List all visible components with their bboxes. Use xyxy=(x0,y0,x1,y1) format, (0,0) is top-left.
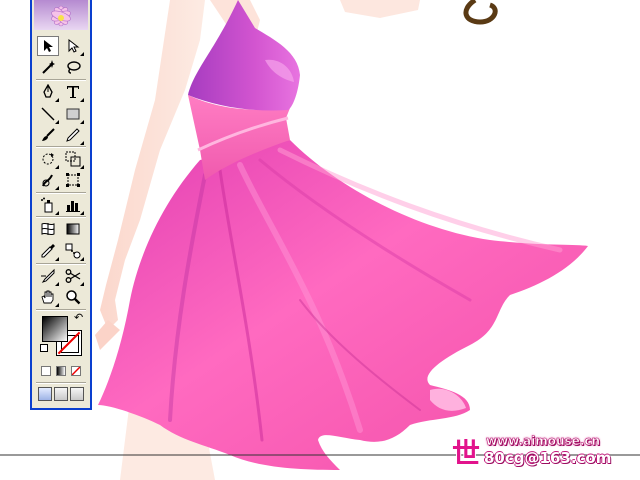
mesh-icon xyxy=(41,222,55,236)
gradient-mode-button[interactable] xyxy=(56,366,66,376)
watermark-url: www.aimouse.cn xyxy=(486,434,601,449)
warp-tool[interactable] xyxy=(37,170,59,190)
hand-icon xyxy=(41,290,54,304)
toolbox-separator xyxy=(36,79,86,81)
eyedropper-tool[interactable] xyxy=(37,241,59,261)
full-screen-mode-button[interactable] xyxy=(70,387,84,401)
full-screen-menu-mode-button[interactable] xyxy=(54,387,68,401)
toolbox-separator xyxy=(36,263,86,265)
line-segment-tool[interactable] xyxy=(37,104,59,124)
dress-bodice xyxy=(188,0,300,111)
magic-wand-icon xyxy=(42,60,55,74)
flyout-indicator xyxy=(55,282,59,286)
swap-fill-stroke-icon[interactable]: ↶ xyxy=(74,312,83,323)
pencil-icon xyxy=(66,128,80,142)
line-icon xyxy=(41,107,55,121)
blend-icon xyxy=(65,243,81,259)
toolbox-separator xyxy=(36,146,86,148)
toolbox-separator xyxy=(36,192,86,194)
flyout-indicator xyxy=(80,165,84,169)
pencil-tool[interactable] xyxy=(62,125,84,145)
hand-tool[interactable] xyxy=(37,287,59,307)
toolbox-header-flower-icon[interactable] xyxy=(34,0,88,30)
none-icon xyxy=(72,367,80,375)
artwork-canvas[interactable] xyxy=(0,0,640,480)
rectangle-tool[interactable] xyxy=(62,104,84,124)
tools-panel[interactable]: ↶ xyxy=(30,0,92,410)
zoom-tool[interactable] xyxy=(62,287,84,307)
flyout-indicator xyxy=(80,52,84,56)
direct-selection-tool[interactable] xyxy=(62,36,84,56)
gradient-icon xyxy=(66,223,80,235)
slice-tool[interactable] xyxy=(37,266,59,286)
scale-tool[interactable] xyxy=(62,149,84,169)
flyout-indicator xyxy=(80,98,84,102)
flyout-indicator xyxy=(55,303,59,307)
brush-icon xyxy=(42,128,55,141)
watermark-glyph: 世 xyxy=(452,437,481,470)
gradient-tool[interactable] xyxy=(62,219,84,239)
flyout-indicator xyxy=(80,141,84,145)
type-tool[interactable] xyxy=(62,82,84,102)
flyout-indicator xyxy=(55,257,59,261)
scissors-icon xyxy=(65,269,81,283)
zoom-icon xyxy=(66,290,81,305)
color-mode-button[interactable] xyxy=(41,366,51,376)
flyout-indicator xyxy=(80,211,84,215)
standard-screen-mode-button[interactable] xyxy=(38,387,52,401)
flyout-indicator xyxy=(55,120,59,124)
column-graph-tool[interactable] xyxy=(62,195,84,215)
magic-wand-tool[interactable] xyxy=(37,57,59,77)
flyout-indicator xyxy=(80,282,84,286)
flyout-indicator xyxy=(55,211,59,215)
blend-tool[interactable] xyxy=(62,241,84,261)
default-fill-stroke-icon[interactable] xyxy=(40,344,48,352)
toolbox-separator xyxy=(36,216,86,218)
flyout-indicator xyxy=(55,186,59,190)
free-transform-tool[interactable] xyxy=(62,170,84,190)
rotate-icon xyxy=(42,153,54,165)
watermark: 世 www.aimouse.cn 80cg@163.com xyxy=(452,432,632,472)
warp-icon xyxy=(42,174,53,187)
graph-icon xyxy=(66,201,80,212)
flyout-indicator xyxy=(55,98,59,102)
type-icon xyxy=(67,86,79,98)
lasso-icon xyxy=(67,61,81,74)
hollow-arrow-icon xyxy=(68,39,80,53)
fill-color-swatch[interactable] xyxy=(42,316,68,342)
watermark-email: 80cg@163.com xyxy=(484,449,612,467)
eyedropper-icon xyxy=(41,244,55,258)
swirl-ornament xyxy=(463,0,498,25)
flyout-indicator xyxy=(80,120,84,124)
flyout-indicator xyxy=(80,257,84,261)
mesh-tool[interactable] xyxy=(37,219,59,239)
toolbox-separator xyxy=(36,382,86,384)
symbol-sprayer-tool[interactable] xyxy=(37,195,59,215)
none-mode-button[interactable] xyxy=(71,366,81,376)
pen-icon xyxy=(43,84,53,98)
pen-tool[interactable] xyxy=(37,82,59,102)
free-transform-icon xyxy=(66,173,80,187)
paintbrush-tool[interactable] xyxy=(37,125,59,145)
scale-icon xyxy=(65,151,81,167)
symbol-sprayer-icon xyxy=(41,197,53,213)
arrow-icon xyxy=(44,40,53,52)
selection-tool[interactable] xyxy=(37,36,59,56)
lasso-tool[interactable] xyxy=(62,57,84,77)
flyout-indicator xyxy=(55,165,59,169)
rotate-tool[interactable] xyxy=(37,149,59,169)
rectangle-icon xyxy=(66,108,80,120)
slice-icon xyxy=(41,268,55,283)
scissors-tool[interactable] xyxy=(62,266,84,286)
